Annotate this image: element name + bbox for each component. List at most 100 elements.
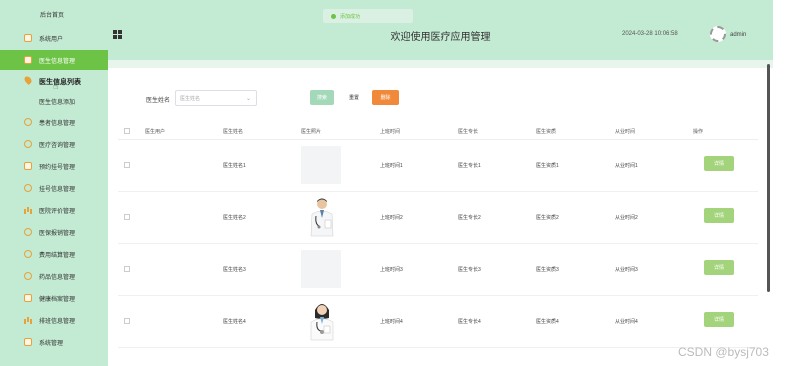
cell-years: 从业时间1: [615, 163, 638, 169]
male-doctor-photo: [310, 198, 334, 237]
row-checkbox[interactable]: [124, 214, 130, 220]
main-content: 医生姓名 医生姓名 ⌄ 搜索 重置 删除 医生用户 医生姓名 医生照片 上班时间…: [108, 60, 773, 366]
table-row: 医生姓名4 上班时间4 医生专长4 医生资质4 从业时间4 详情: [118, 296, 758, 348]
sidebar-item-label: 医生信息管理: [39, 58, 76, 65]
column-header: 医生资质: [536, 129, 557, 135]
delete-button[interactable]: 删除: [372, 90, 399, 105]
sidebar-item-doctor-info[interactable]: 医生信息管理: [0, 50, 108, 70]
sidebar-item-health-records[interactable]: 健康档案管理: [0, 288, 108, 308]
watermark: CSDN @bysj703: [678, 345, 769, 359]
cell-qualification: 医生资质4: [536, 319, 559, 325]
cell-specialty: 医生专长1: [458, 163, 481, 169]
cell-name: 医生姓名2: [223, 215, 246, 221]
search-placeholder: 医生姓名: [180, 95, 201, 102]
vertical-scrollbar[interactable]: [767, 64, 770, 292]
clock-icon: [24, 184, 32, 192]
clock-icon: [24, 250, 32, 258]
search-button[interactable]: 搜索: [310, 90, 334, 105]
cell-work-time: 上班时间3: [380, 267, 403, 273]
cell-specialty: 医生专长2: [458, 215, 481, 221]
reset-button[interactable]: 重置: [343, 90, 365, 105]
detail-button[interactable]: 详情: [704, 312, 734, 327]
row-checkbox[interactable]: [124, 266, 130, 272]
cell-work-time: 上班时间2: [380, 215, 403, 221]
row-checkbox[interactable]: [124, 318, 130, 324]
detail-button[interactable]: 详情: [704, 208, 734, 223]
column-header: 医生照片: [301, 129, 322, 135]
column-header: 上班时间: [380, 129, 401, 135]
bar-chart-icon: [24, 316, 32, 324]
sidebar-item-label: 药品信息管理: [39, 274, 76, 281]
sidebar-item-consultation[interactable]: 医疗咨询管理: [0, 134, 108, 154]
doctor-photo-placeholder: [301, 146, 341, 184]
sidebar-item-registration[interactable]: 挂号信息管理: [0, 178, 108, 198]
sidebar-item-label: 挂号信息管理: [39, 186, 76, 193]
sidebar-item-label: 预约挂号管理: [39, 164, 76, 171]
document-icon: [24, 294, 32, 302]
sidebar-item-appointment[interactable]: 预约挂号管理: [0, 156, 108, 176]
select-all-checkbox[interactable]: [124, 128, 130, 134]
sidebar-item-evaluation[interactable]: 医院评价管理: [0, 200, 108, 220]
cell-work-time: 上班时间1: [380, 163, 403, 169]
bar-chart-icon: [24, 206, 32, 214]
document-icon: [24, 56, 32, 64]
sidebar-item-label: 排班信息管理: [39, 318, 76, 325]
sidebar-item-label: 患者信息管理: [39, 120, 76, 127]
cell-years: 从业时间2: [615, 215, 638, 221]
username[interactable]: admin: [730, 32, 746, 38]
sidebar-item-billing[interactable]: 费用结算管理: [0, 244, 108, 264]
cell-years: 从业时间4: [615, 319, 638, 325]
cell-work-time: 上班时间4: [380, 319, 403, 325]
sidebar-home-link[interactable]: 后台首页: [0, 0, 108, 28]
document-icon: [24, 34, 32, 42]
document-icon: [24, 338, 32, 346]
document-icon: [24, 162, 32, 170]
sidebar-item-system-users[interactable]: 系统用户: [0, 28, 108, 48]
tab-strip: [108, 60, 773, 68]
sidebar-item-schedule[interactable]: 排班信息管理: [0, 310, 108, 330]
row-checkbox[interactable]: [124, 162, 130, 168]
column-header: 医生专长: [458, 129, 479, 135]
pointer-cursor-icon: ☝: [53, 81, 59, 91]
doctor-photo-placeholder: [301, 250, 341, 288]
detail-button[interactable]: 详情: [704, 156, 734, 171]
cell-name: 医生姓名4: [223, 319, 246, 325]
sidebar-item-patient-info[interactable]: 患者信息管理: [0, 112, 108, 132]
table-header: 医生用户 医生姓名 医生照片 上班时间 医生专长 医生资质 从业时间 操作: [118, 122, 758, 140]
toast-message: 添加成功: [340, 13, 361, 20]
avatar[interactable]: [710, 26, 726, 42]
table-row: 医生姓名1 上班时间1 医生专长1 医生资质1 从业时间1 详情: [118, 140, 758, 192]
sidebar-item-insurance[interactable]: 医保报销管理: [0, 222, 108, 242]
cell-specialty: 医生专长4: [458, 319, 481, 325]
cell-years: 从业时间3: [615, 267, 638, 273]
clock-icon: [24, 118, 32, 126]
sidebar: 后台首页 系统用户 医生信息管理 医生信息列表 ☝ 医生信息添加 患者信息管理 …: [0, 0, 108, 366]
sidebar-home-label: 后台首页: [40, 12, 65, 19]
sidebar-item-system[interactable]: 系统管理: [0, 332, 108, 352]
search-label: 医生姓名: [146, 98, 171, 104]
clock-icon: [24, 228, 32, 236]
column-header: 操作: [693, 129, 704, 135]
success-toast: 添加成功: [323, 9, 413, 23]
cell-qualification: 医生资质1: [536, 163, 559, 169]
cell-specialty: 医生专长3: [458, 267, 481, 273]
search-input[interactable]: 医生姓名 ⌄: [175, 90, 257, 106]
cell-name: 医生姓名1: [223, 163, 246, 169]
check-icon: [331, 13, 336, 19]
table-row: 医生姓名2 上班时间2 医生专长2 医生资质2 从业时间2 详情: [118, 192, 758, 244]
clock-icon: [24, 272, 32, 280]
datetime: 2024-03-28 10:06:58: [622, 31, 678, 37]
sidebar-item-medicine[interactable]: 药品信息管理: [0, 266, 108, 286]
female-doctor-photo: [310, 304, 334, 341]
clock-icon: [24, 140, 32, 148]
sidebar-item-label: 健康档案管理: [39, 296, 76, 303]
column-header: 医生姓名: [223, 129, 244, 135]
submenu-doctor-add[interactable]: 医生信息添加: [0, 92, 108, 110]
detail-button[interactable]: 详情: [704, 260, 734, 275]
location-pin-icon: [23, 75, 33, 85]
column-header: 从业时间: [615, 129, 636, 135]
column-header: 医生用户: [145, 129, 166, 135]
submenu-doctor-list[interactable]: 医生信息列表 ☝: [0, 72, 108, 91]
sidebar-item-label: 医院评价管理: [39, 208, 76, 215]
cell-qualification: 医生资质3: [536, 267, 559, 273]
